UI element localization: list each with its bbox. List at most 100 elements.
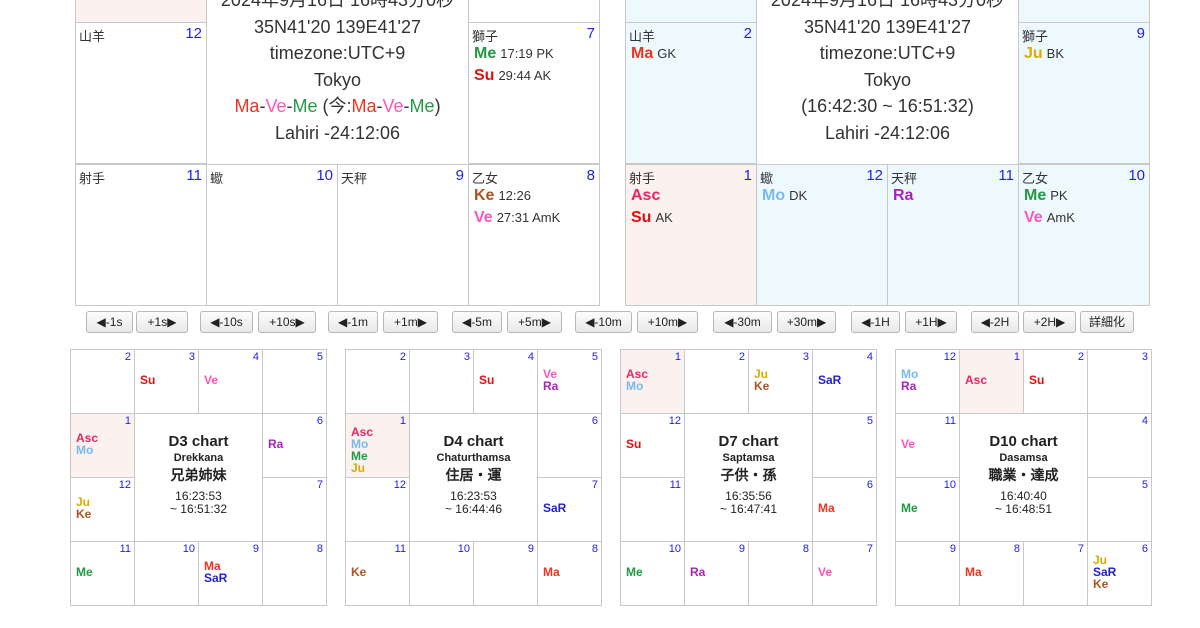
division-house-cell: 4SaR (812, 349, 877, 414)
planet-list: AscSuAK (631, 185, 754, 229)
time-step-button[interactable]: +1s▶ (136, 311, 188, 333)
division-house-cell: 11 (620, 477, 685, 542)
house-cell: 乙女10MePKVeAmK (1018, 164, 1150, 306)
center-line: 2024年9月16日 16時43分0秒 (207, 0, 468, 14)
house-number: 4 (253, 351, 259, 363)
division-house-cell: 12MoRa (895, 349, 960, 414)
house-number: 4 (528, 351, 534, 363)
division-house-cell: 4 Su (473, 349, 538, 414)
time-step-button[interactable]: ◀-1m (328, 311, 378, 333)
division-chart-title: D4 chart (410, 433, 537, 450)
planet-detail: AmK (1047, 210, 1075, 225)
time-step-button[interactable]: +30m▶ (777, 311, 836, 333)
time-step-button[interactable]: +1m▶ (383, 311, 438, 333)
division-house-cell: 8Ma (959, 541, 1024, 606)
center-text-block: 2024年9月16日 16時43分0秒35N41'20 139E41'27tim… (207, 0, 468, 146)
planet-entry: Su29:44 AK (474, 65, 597, 87)
chart-center-info: 2024年9月16日 16時43分0秒35N41'20 139E41'27tim… (756, 0, 1019, 165)
division-house-cell: 10 (134, 541, 199, 606)
division-house-cell: 1AscMo (70, 413, 135, 478)
time-step-button[interactable]: +10m▶ (637, 311, 698, 333)
division-chart-center: D4 chartChaturthamsa住居・運16:23:53~ 16:44:… (409, 413, 538, 542)
planet-list: AscMoMeJu (351, 426, 373, 474)
division-house-cell: 2Su (1023, 349, 1088, 414)
center-line: (16:42:30 ~ 16:51:32) (757, 93, 1018, 120)
house-cell-top-partial (75, 0, 207, 23)
house-number: 11 (670, 479, 681, 491)
time-step-button[interactable]: ◀-10s (200, 311, 253, 333)
division-chart-subtitle: Saptamsa (685, 452, 812, 464)
time-step-button[interactable]: ◀-10m (575, 311, 632, 333)
division-house-cell: 6 (537, 413, 602, 478)
planet-entry: MoDK (762, 185, 885, 207)
planet-abbr: Me (76, 566, 93, 578)
planet-abbr: Ra (690, 566, 705, 578)
planet-detail: PK (1050, 188, 1067, 203)
time-step-button[interactable]: +10s▶ (258, 311, 316, 333)
planet-abbr: Ke (474, 187, 494, 204)
division-house-cell: 5 (812, 413, 877, 478)
sign-label: 天秤 (341, 168, 367, 187)
house-cell: 天秤11Ra (887, 164, 1019, 306)
planet-abbr: SaR (818, 374, 841, 386)
house-number: 12 (866, 167, 883, 184)
time-step-button[interactable]: +1H▶ (905, 311, 957, 333)
division-house-cell: 5 (1087, 477, 1152, 542)
house-number: 1 (125, 415, 131, 427)
planet-list: Ra (268, 438, 283, 450)
house-number: 10 (458, 543, 470, 555)
house-number: 2 (744, 25, 752, 42)
house-number: 10 (183, 543, 195, 555)
time-step-button[interactable]: ◀-30m (713, 311, 772, 333)
division-chart-title: D3 chart (135, 433, 262, 450)
planet-list: Asc (965, 374, 987, 386)
sign-label: 山羊 (79, 26, 105, 45)
division-house-cell: 9Ra (684, 541, 749, 606)
house-cell: 獅子9JuBK (1018, 22, 1150, 164)
planet-entry: Asc (631, 185, 754, 207)
division-chart-meaning: 兄弟姉妹 (135, 465, 262, 485)
planet-list: AscMo (626, 368, 648, 392)
division-house-cell: 2 (684, 349, 749, 414)
planet-entry: MaGK (631, 43, 754, 65)
time-end: ~ 16:44:46 (410, 503, 537, 516)
chart-center-info: 2024年9月16日 16時43分0秒35N41'20 139E41'27tim… (206, 0, 469, 165)
planet-list: Me (626, 566, 643, 578)
house-number: 11 (120, 543, 131, 555)
planet-abbr: Mo (626, 380, 648, 392)
planet-list: Ma (543, 566, 560, 578)
planet-abbr: Ma (631, 45, 653, 62)
time-step-button[interactable]: ◀-1s (86, 311, 133, 333)
division-house-cell: 10 (409, 541, 474, 606)
dasha-planet: Me (292, 96, 317, 116)
house-number: 9 (950, 543, 956, 555)
house-number: 6 (592, 415, 598, 427)
division-house-cell: 7SaR (537, 477, 602, 542)
planet-abbr: Ra (901, 380, 918, 392)
planet-list: MoDK (762, 185, 885, 207)
planet-abbr: Ma (818, 502, 835, 514)
house-cell: 射手1AscSuAK (625, 164, 757, 306)
time-step-button[interactable]: +5m▶ (507, 311, 562, 333)
refine-button[interactable]: 詳細化 (1080, 311, 1134, 333)
division-house-cell: 7 (262, 477, 327, 542)
dasha-planet: Ma (352, 96, 377, 116)
time-step-button[interactable]: ◀-2H (971, 311, 1019, 333)
planet-list: SaR (543, 502, 566, 514)
division-chart-subtitle: Drekkana (135, 452, 262, 464)
time-step-button[interactable]: +2H▶ (1023, 311, 1076, 333)
planet-abbr: Su (479, 374, 494, 386)
time-step-button[interactable]: ◀-1H (851, 311, 900, 333)
division-house-cell: 9 (473, 541, 538, 606)
house-number: 1 (400, 415, 406, 427)
planet-list: Ma (965, 566, 982, 578)
time-step-button[interactable]: ◀-5m (452, 311, 502, 333)
planet-list: Su (1029, 374, 1044, 386)
planet-entry: VeAmK (1024, 207, 1147, 229)
division-chart-title: D7 chart (685, 433, 812, 450)
planet-abbr: Ve (818, 566, 832, 578)
planet-list: Su (479, 374, 494, 386)
division-chart-title: D10 chart (960, 433, 1087, 450)
planet-entry: MePK (1024, 185, 1147, 207)
planet-list: Ra (893, 185, 1016, 207)
